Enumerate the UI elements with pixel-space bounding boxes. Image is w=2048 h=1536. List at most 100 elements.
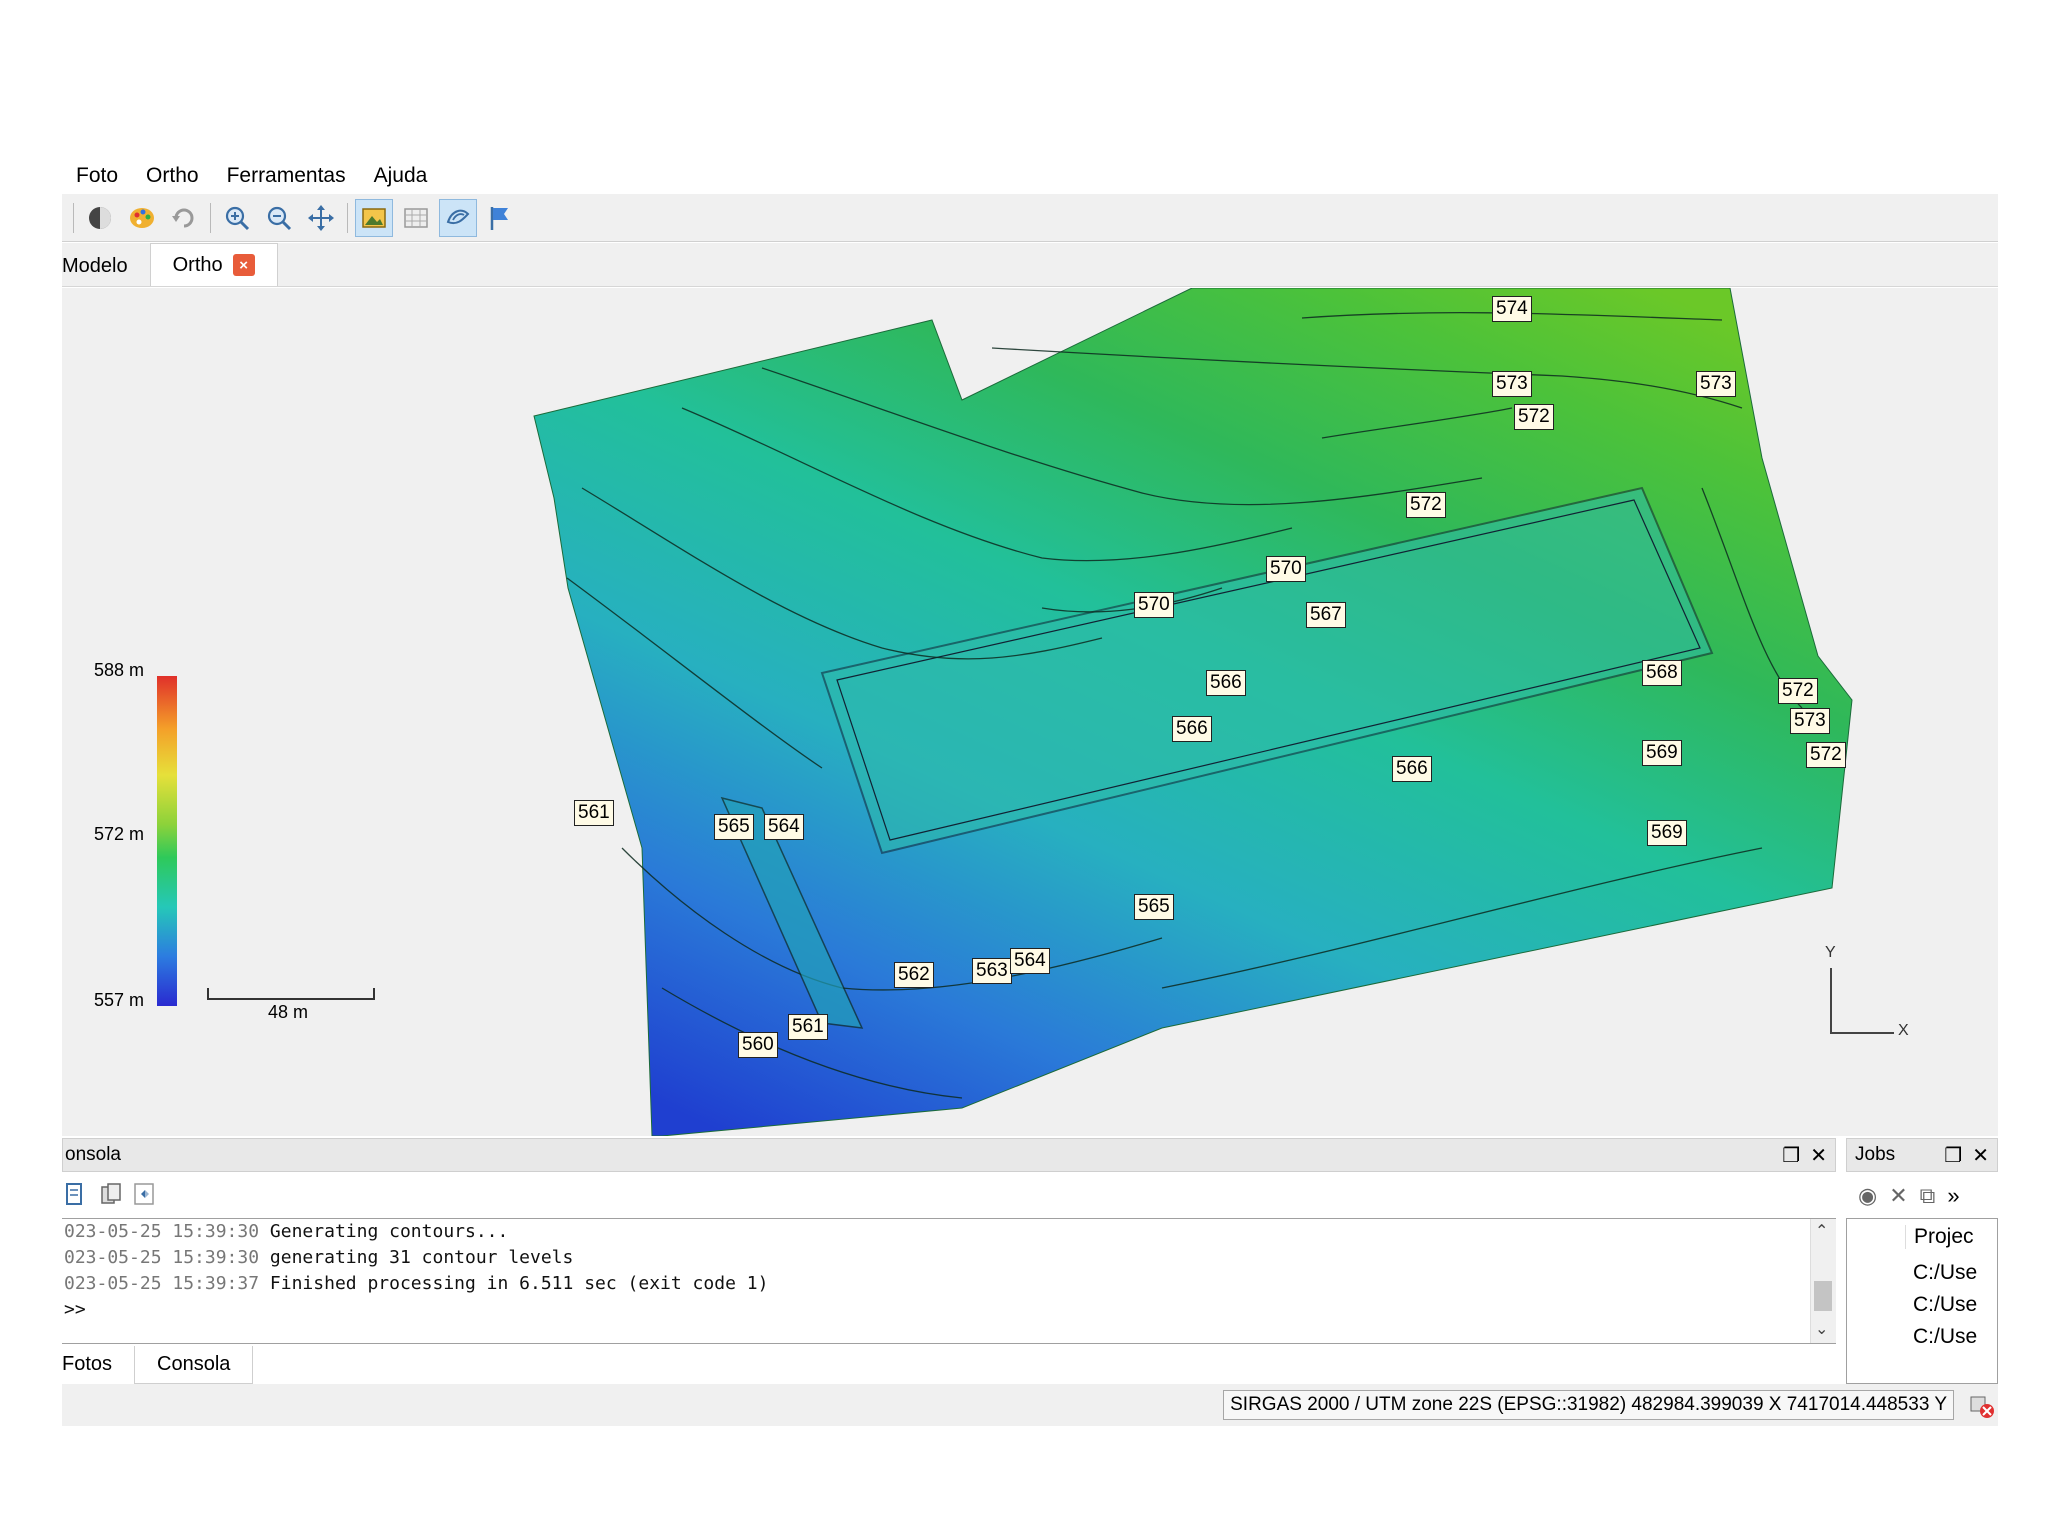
- contour-label: 569: [1642, 740, 1682, 766]
- grid-icon[interactable]: [397, 199, 435, 237]
- contour-label: 569: [1647, 820, 1687, 846]
- console-timestamp: 023-05-25 15:39:30: [64, 1221, 260, 1242]
- contour-label: 570: [1134, 592, 1174, 618]
- copy-log-icon[interactable]: [98, 1181, 124, 1212]
- save-log-icon[interactable]: [64, 1181, 90, 1212]
- console-line: 023-05-25 15:39:30 generating 31 contour…: [62, 1245, 1836, 1271]
- console-timestamp: 023-05-25 15:39:30: [64, 1247, 260, 1268]
- console-title: onsola: [65, 1144, 121, 1165]
- toolbar: [62, 194, 1998, 242]
- axis-x-label: X: [1898, 1022, 1909, 1039]
- console-output[interactable]: 023-05-25 15:39:30 Generating contours..…: [62, 1218, 1836, 1344]
- close-tab-icon[interactable]: ×: [232, 254, 255, 276]
- toolbar-separator: [347, 202, 348, 233]
- menu-ajuda[interactable]: Ajuda: [360, 158, 442, 194]
- tab-ortho-label: Ortho: [172, 253, 223, 276]
- contour-label: 564: [764, 814, 804, 840]
- float-panel-icon[interactable]: ❐: [1944, 1143, 1962, 1168]
- axis-x-line: [1830, 1032, 1894, 1034]
- contour-label: 566: [1206, 670, 1246, 696]
- elevation-legend-bar: [157, 676, 177, 1006]
- scroll-thumb[interactable]: [1814, 1281, 1832, 1311]
- clear-log-icon[interactable]: [132, 1181, 158, 1212]
- legend-max-label: 588 m: [94, 660, 145, 680]
- zoom-in-icon[interactable]: [218, 199, 256, 237]
- jobs-column-header[interactable]: Projec: [1905, 1225, 1974, 1249]
- jobs-title: Jobs: [1855, 1144, 1896, 1165]
- palette-icon[interactable]: [123, 199, 161, 237]
- contour-label: 574: [1492, 296, 1532, 322]
- console-line: 023-05-25 15:39:30 Generating contours..…: [62, 1219, 1836, 1245]
- contour-label: 566: [1172, 716, 1212, 742]
- contour-label: 572: [1778, 678, 1818, 704]
- document-tab-bar: Modelo Ortho ×: [62, 243, 1998, 287]
- tab-ortho[interactable]: Ortho ×: [149, 243, 278, 286]
- console-scrollbar[interactable]: ⌃ ⌄: [1810, 1219, 1836, 1343]
- contour-label: 560: [738, 1032, 778, 1058]
- menu-ferramentas[interactable]: Ferramentas: [213, 158, 360, 194]
- console-panel-header: onsola ❐ ✕: [62, 1138, 1836, 1172]
- contour-label: 572: [1406, 492, 1446, 518]
- axis-y-label: Y: [1825, 944, 1836, 961]
- console-line: 023-05-25 15:39:37 Finished processing i…: [62, 1271, 1836, 1297]
- measure-icon[interactable]: [81, 199, 119, 237]
- console-message: generating 31 contour levels: [269, 1247, 574, 1268]
- contour-icon[interactable]: [439, 198, 477, 237]
- close-panel-icon[interactable]: ✕: [1810, 1143, 1827, 1168]
- console-message: Finished processing in 6.511 sec (exit c…: [269, 1273, 769, 1294]
- float-panel-icon[interactable]: ❐: [1782, 1143, 1800, 1168]
- tab-consola[interactable]: Consola: [134, 1346, 254, 1384]
- image-icon[interactable]: [355, 198, 393, 237]
- pan-icon[interactable]: [302, 199, 340, 237]
- contour-label: 564: [1010, 948, 1050, 974]
- contour-label: 565: [1134, 894, 1174, 920]
- legend-mid-label: 572 m: [94, 824, 145, 844]
- console-message: Generating contours...: [269, 1221, 509, 1242]
- terrain-raster: [533, 288, 1853, 1136]
- status-bar: SIRGAS 2000 / UTM zone 22S (EPSG::31982)…: [62, 1384, 1998, 1426]
- contour-label: 570: [1266, 556, 1306, 582]
- jobs-row[interactable]: C:/Use: [1913, 1325, 1977, 1349]
- menu-bar: Foto Ortho Ferramentas Ajuda: [62, 158, 441, 194]
- zoom-out-icon[interactable]: [260, 199, 298, 237]
- console-timestamp: 023-05-25 15:39:37: [64, 1273, 260, 1294]
- jobs-list[interactable]: Projec C:/Use C:/Use C:/Use: [1846, 1218, 1998, 1384]
- application-window: Foto Ortho Ferramentas Ajuda Modelo Orth…: [62, 108, 1998, 1438]
- copy-job-icon[interactable]: ⧉: [1920, 1183, 1936, 1209]
- legend-min-label: 557 m: [94, 990, 145, 1010]
- crs-warning-icon[interactable]: [1968, 1392, 1996, 1420]
- stop-job-icon[interactable]: ◉: [1858, 1183, 1877, 1209]
- toolbar-overflow-icon[interactable]: »: [1947, 1183, 1959, 1209]
- contour-label: 562: [894, 962, 934, 988]
- contour-label: 561: [788, 1014, 828, 1040]
- menu-foto[interactable]: Foto: [62, 158, 132, 194]
- rotate-icon[interactable]: [165, 199, 203, 237]
- menu-ortho[interactable]: Ortho: [132, 158, 213, 194]
- contour-label: 572: [1806, 742, 1846, 768]
- remove-job-icon[interactable]: ✕: [1889, 1183, 1907, 1209]
- contour-label: 573: [1696, 371, 1736, 397]
- scale-bar: [207, 988, 375, 1000]
- contour-label: 567: [1306, 602, 1346, 628]
- console-prompt[interactable]: >>: [62, 1297, 1836, 1323]
- jobs-row[interactable]: C:/Use: [1913, 1261, 1977, 1285]
- console-toolbar: [62, 1174, 1836, 1218]
- contour-label: 563: [972, 958, 1012, 984]
- tab-modelo[interactable]: Modelo: [62, 246, 150, 286]
- jobs-row[interactable]: C:/Use: [1913, 1293, 1977, 1317]
- axis-y-line: [1830, 968, 1832, 1034]
- contour-label: 565: [714, 814, 754, 840]
- close-panel-icon[interactable]: ✕: [1972, 1143, 1989, 1168]
- scroll-down-icon[interactable]: ⌄: [1815, 1319, 1828, 1339]
- contour-label: 573: [1492, 371, 1532, 397]
- contour-label: 573: [1790, 708, 1830, 734]
- tab-fotos[interactable]: Fotos: [62, 1346, 134, 1384]
- tab-modelo-label: Modelo: [62, 254, 128, 277]
- contour-label: 568: [1642, 660, 1682, 686]
- bottom-tab-bar: Fotos Consola: [62, 1346, 254, 1384]
- toolbar-separator: [210, 202, 211, 233]
- ortho-map-view[interactable]: 588 m 572 m 557 m 48 m Y X 574 573 573 5…: [62, 288, 1998, 1136]
- flag-icon[interactable]: [481, 199, 519, 237]
- jobs-panel-header: Jobs ❐ ✕: [1846, 1138, 1998, 1172]
- scroll-up-icon[interactable]: ⌃: [1815, 1221, 1828, 1241]
